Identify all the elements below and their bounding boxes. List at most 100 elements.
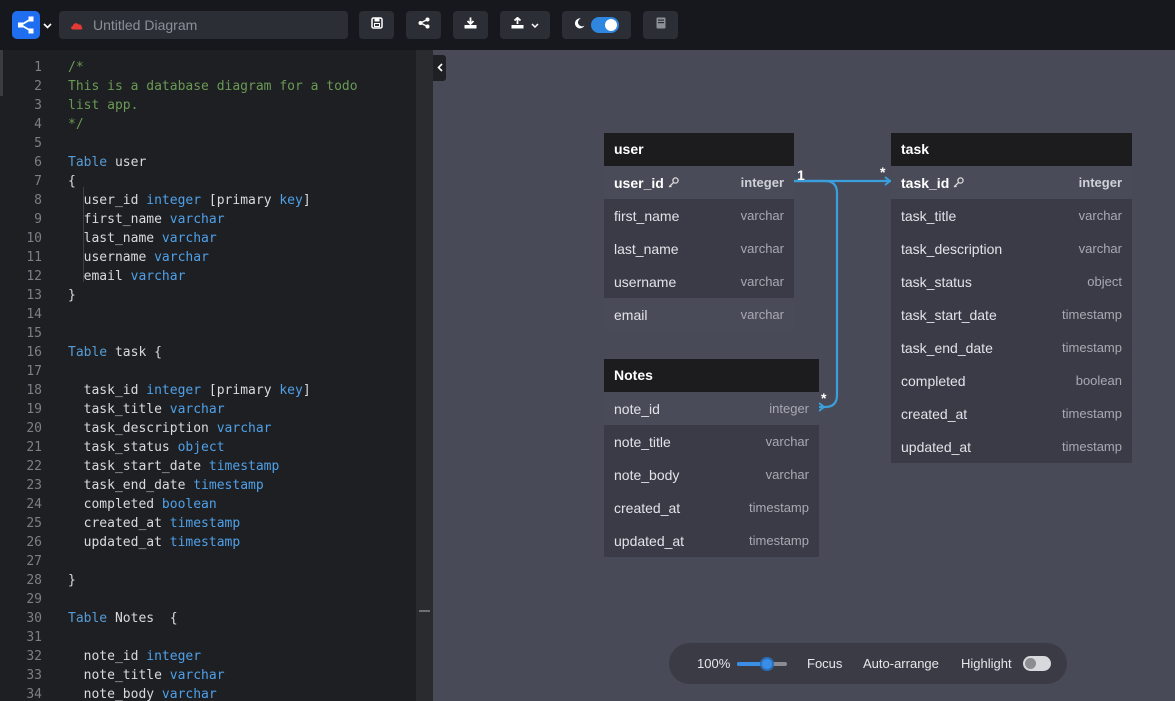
code-line[interactable]: 27 bbox=[0, 552, 416, 571]
table-field-row[interactable]: last_name varchar bbox=[604, 232, 794, 265]
code-line[interactable]: 10 last_name varchar bbox=[0, 229, 416, 248]
theme-toggle[interactable] bbox=[562, 11, 631, 39]
table-field-row[interactable]: task_end_date timestamp bbox=[891, 331, 1132, 364]
code-line[interactable]: 8 user_id integer [primary key] bbox=[0, 191, 416, 210]
table-task[interactable]: task task_id integer task_title varchar task_… bbox=[891, 133, 1132, 463]
auto-arrange-button[interactable]: Auto-arrange bbox=[863, 643, 939, 684]
line-number: 15 bbox=[26, 326, 42, 341]
code-line[interactable]: 31 bbox=[0, 628, 416, 647]
code-editor[interactable]: 1 /* 2 This is a database diagram for a tod… bbox=[0, 50, 433, 701]
moon-icon bbox=[574, 16, 585, 34]
code-line[interactable]: 28} bbox=[0, 571, 416, 590]
code-line[interactable]: 6 Table user bbox=[0, 153, 416, 172]
field-name: task_start_date bbox=[901, 307, 997, 323]
table-field-row[interactable]: task_start_date timestamp bbox=[891, 298, 1132, 331]
table-field-row[interactable]: note_body varchar bbox=[604, 458, 819, 491]
focus-button[interactable]: Focus bbox=[807, 643, 842, 684]
code-line[interactable]: 3 list app. bbox=[0, 96, 416, 115]
highlight-toggle[interactable] bbox=[1023, 656, 1051, 671]
code-line[interactable]: 25 created_at timestamp bbox=[0, 514, 416, 533]
code-line[interactable]: 21 task_status object bbox=[0, 438, 416, 457]
code-token: user bbox=[107, 155, 147, 170]
table-field-row[interactable]: username varchar bbox=[604, 265, 794, 298]
field-name: note_title bbox=[614, 434, 671, 450]
code-text: { bbox=[68, 172, 76, 191]
table-field-row[interactable]: completed boolean bbox=[891, 364, 1132, 397]
code-line[interactable]: 2 This is a database diagram for a todo bbox=[0, 77, 416, 96]
code-line[interactable]: 15 bbox=[0, 324, 416, 343]
line-number: 20 bbox=[26, 421, 42, 436]
code-line[interactable]: 29 bbox=[0, 590, 416, 609]
table-header[interactable]: user bbox=[604, 133, 794, 166]
code-line[interactable]: 5 bbox=[0, 134, 416, 153]
table-header[interactable]: task bbox=[891, 133, 1132, 166]
code-line[interactable]: 14 bbox=[0, 305, 416, 324]
dark-mode-switch[interactable] bbox=[591, 17, 619, 33]
table-field-row[interactable]: first_name varchar bbox=[604, 199, 794, 232]
table-user[interactable]: user user_id integer first_name varchar last_… bbox=[604, 133, 794, 331]
code-line[interactable]: 34 note_body varchar bbox=[0, 685, 416, 701]
table-field-row[interactable]: task_description varchar bbox=[891, 232, 1132, 265]
code-line[interactable]: 9 first_name varchar bbox=[0, 210, 416, 229]
scrollbar-thumb[interactable] bbox=[419, 610, 430, 612]
code-text: Table task { bbox=[68, 343, 162, 362]
zoom-level: 100% bbox=[697, 656, 731, 671]
code-line[interactable]: 7{ bbox=[0, 172, 416, 191]
code-line[interactable]: 17 bbox=[0, 362, 416, 381]
table-field-row[interactable]: email varchar bbox=[604, 298, 794, 331]
zoom-slider[interactable] bbox=[737, 657, 787, 671]
code-text: task_status object bbox=[68, 438, 225, 457]
table-notes[interactable]: Notes note_id integer note_title varchar note… bbox=[604, 359, 819, 557]
code-text: } bbox=[68, 286, 76, 305]
docs-button[interactable] bbox=[643, 11, 678, 39]
code-line[interactable]: 33 note_title varchar bbox=[0, 666, 416, 685]
code-token: email bbox=[68, 269, 123, 284]
app-menu-button[interactable] bbox=[12, 11, 52, 39]
logo-icon bbox=[12, 11, 40, 39]
share-button[interactable] bbox=[406, 11, 441, 39]
download-button[interactable] bbox=[453, 11, 488, 39]
code-line[interactable]: 13} bbox=[0, 286, 416, 305]
code-line[interactable]: 4 */ bbox=[0, 115, 416, 134]
editor-scrollbar[interactable] bbox=[416, 50, 433, 701]
code-line[interactable]: 11 username varchar bbox=[0, 248, 416, 267]
table-field-row[interactable]: task_title varchar bbox=[891, 199, 1132, 232]
table-field-row[interactable]: created_at timestamp bbox=[604, 491, 819, 524]
table-field-row[interactable]: created_at timestamp bbox=[891, 397, 1132, 430]
field-type: timestamp bbox=[1062, 307, 1122, 322]
code-line[interactable]: 22 task_start_date timestamp bbox=[0, 457, 416, 476]
code-line[interactable]: 23 task_end_date timestamp bbox=[0, 476, 416, 495]
code-line[interactable]: 19 task_title varchar bbox=[0, 400, 416, 419]
table-field-row[interactable]: updated_at timestamp bbox=[891, 430, 1132, 463]
save-button[interactable] bbox=[359, 11, 394, 39]
table-field-row[interactable]: user_id integer bbox=[604, 166, 794, 199]
table-header[interactable]: Notes bbox=[604, 359, 819, 392]
code-line[interactable]: 18 task_id integer [primary key] bbox=[0, 381, 416, 400]
code-text: task_title varchar bbox=[68, 400, 225, 419]
code-line[interactable]: 16 Table task { bbox=[0, 343, 416, 362]
code-line[interactable]: 12 email varchar bbox=[0, 267, 416, 286]
upload-button[interactable] bbox=[500, 11, 550, 39]
code-line[interactable]: 24 completed boolean bbox=[0, 495, 416, 514]
code-text: Table Notes { bbox=[68, 609, 178, 628]
field-name: last_name bbox=[614, 241, 679, 257]
line-number: 23 bbox=[26, 478, 42, 493]
zoom-slider-knob[interactable] bbox=[760, 657, 774, 671]
table-field-row[interactable]: note_id integer bbox=[604, 392, 819, 425]
code-line[interactable]: 26 updated_at timestamp bbox=[0, 533, 416, 552]
field-type: varchar bbox=[1078, 241, 1122, 256]
code-line[interactable]: 32 note_id integer bbox=[0, 647, 416, 666]
code-line[interactable]: 30 Table Notes { bbox=[0, 609, 416, 628]
table-field-row[interactable]: task_status object bbox=[891, 265, 1132, 298]
diagram-canvas[interactable]: 1 * * user user_id integer first_name varcha… bbox=[433, 50, 1175, 701]
code-line[interactable]: 1 /* bbox=[0, 58, 416, 77]
field-type: integer bbox=[740, 175, 784, 190]
line-number: 16 bbox=[26, 345, 42, 360]
diagram-title-field[interactable]: Untitled Diagram bbox=[59, 11, 348, 39]
code-token: timestamp bbox=[169, 516, 241, 531]
table-field-row[interactable]: task_id integer bbox=[891, 166, 1132, 199]
table-field-row[interactable]: note_title varchar bbox=[604, 425, 819, 458]
code-token: */ bbox=[68, 117, 84, 132]
table-field-row[interactable]: updated_at timestamp bbox=[604, 524, 819, 557]
code-line[interactable]: 20 task_description varchar bbox=[0, 419, 416, 438]
